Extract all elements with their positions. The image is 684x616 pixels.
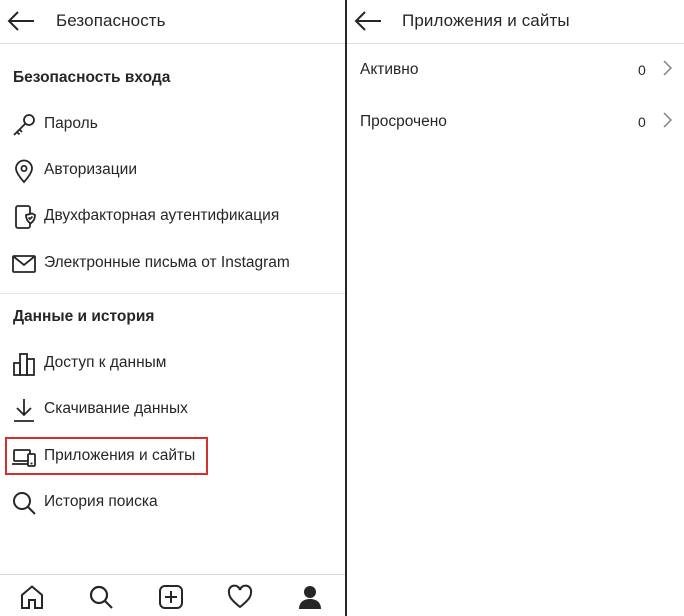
devices-icon [11, 444, 37, 470]
bottom-nav [0, 574, 345, 616]
home-icon[interactable] [19, 584, 45, 610]
menu-item-two-factor[interactable]: Двухфакторная аутентификация [0, 197, 345, 235]
row-active[interactable]: Активно 0 [347, 45, 684, 95]
location-pin-icon [11, 158, 37, 184]
bar-chart-icon [11, 351, 37, 377]
key-icon [11, 112, 37, 138]
menu-item-label: Пароль [44, 115, 98, 132]
row-label: Просрочено [360, 113, 447, 130]
search-icon[interactable] [88, 584, 114, 610]
menu-item-apps-websites[interactable]: Приложения и сайты [0, 437, 345, 475]
security-header: Безопасность [0, 0, 345, 44]
plus-square-icon[interactable] [158, 584, 184, 610]
menu-item-download-data[interactable]: Скачивание данных [0, 390, 345, 428]
menu-item-password[interactable]: Пароль [0, 105, 345, 143]
section-title-data-history: Данные и история [13, 308, 155, 325]
menu-item-label: Электронные письма от Instagram [44, 254, 290, 271]
menu-item-label: Двухфакторная аутентификация [44, 207, 280, 224]
row-label: Активно [360, 61, 419, 78]
row-count: 0 [638, 62, 646, 78]
menu-item-authorizations[interactable]: Авторизации [0, 151, 345, 189]
menu-item-instagram-emails[interactable]: Электронные письма от Instagram [0, 244, 345, 282]
page-title: Безопасность [56, 11, 166, 30]
apps-header: Приложения и сайты [347, 0, 684, 44]
menu-item-label: Скачивание данных [44, 400, 188, 417]
chevron-right-icon [661, 111, 673, 129]
menu-item-data-access[interactable]: Доступ к данным [0, 344, 345, 382]
phone-shield-icon [11, 204, 37, 230]
security-panel: Безопасность Безопасность входа Пароль А… [0, 0, 345, 616]
section-divider [0, 293, 345, 294]
row-expired[interactable]: Просрочено 0 [347, 97, 684, 147]
menu-item-label: Авторизации [44, 161, 137, 178]
page-title: Приложения и сайты [402, 11, 570, 30]
back-arrow-icon[interactable] [6, 8, 36, 34]
heart-icon[interactable] [227, 584, 253, 610]
back-arrow-icon[interactable] [353, 8, 383, 34]
section-title-login-security: Безопасность входа [13, 69, 171, 86]
envelope-icon [11, 251, 37, 277]
download-icon [11, 397, 37, 423]
apps-websites-panel: Приложения и сайты Активно 0 Просрочено … [347, 0, 684, 616]
menu-item-label: Доступ к данным [44, 354, 167, 371]
chevron-right-icon [661, 59, 673, 77]
profile-icon[interactable] [297, 584, 323, 610]
menu-item-search-history[interactable]: История поиска [0, 483, 345, 521]
menu-item-label: Приложения и сайты [44, 447, 196, 464]
search-icon [11, 490, 37, 516]
row-count: 0 [638, 114, 646, 130]
menu-item-label: История поиска [44, 493, 158, 510]
